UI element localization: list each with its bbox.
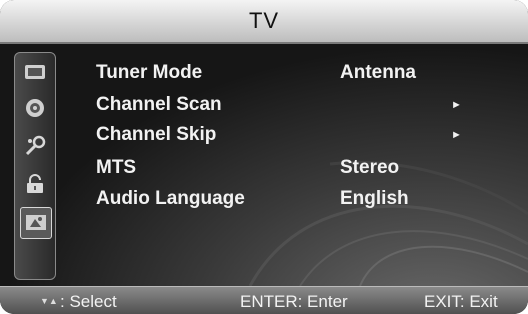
menu-item-label: Channel Skip: [96, 124, 217, 145]
submenu-arrow-icon: ►: [451, 129, 462, 141]
menu-item-label: Tuner Mode: [96, 62, 203, 83]
help-exit: EXIT: Exit: [424, 292, 498, 311]
menu-item-audio-language[interactable]: Audio Language English: [96, 188, 496, 216]
submenu-arrow-icon: ►: [451, 99, 462, 111]
menu-item-value: Stereo: [340, 157, 400, 178]
help-select: : Select: [60, 292, 117, 311]
sound-icon[interactable]: [22, 95, 48, 121]
menu-item-channel-scan[interactable]: Channel Scan ►: [96, 94, 496, 122]
page-title: TV: [248, 8, 280, 33]
menu-item-value: Antenna: [340, 62, 416, 83]
help-enter: ENTER: Enter: [240, 292, 348, 311]
title-bar: TV: [0, 0, 528, 44]
up-down-arrows-icon: ▼▲: [40, 296, 58, 306]
lock-icon[interactable]: [22, 171, 48, 197]
category-sidebar: [14, 52, 56, 280]
tv-osd-menu: TV Tuner Mode Antenna Channel Scan ► Cha…: [0, 0, 528, 314]
menu-item-label: Channel Scan: [96, 94, 222, 115]
menu-item-value: English: [340, 188, 409, 209]
picture-icon[interactable]: [22, 59, 48, 85]
menu-panel: Tuner Mode Antenna Channel Scan ► Channe…: [0, 44, 528, 286]
menu-item-tuner-mode[interactable]: Tuner Mode Antenna: [96, 62, 496, 90]
menu-item-mts[interactable]: MTS Stereo: [96, 157, 496, 185]
setup-icon[interactable]: [22, 133, 48, 159]
menu-item-label: MTS: [96, 157, 137, 178]
menu-item-label: Audio Language: [96, 188, 245, 209]
menu-item-channel-skip[interactable]: Channel Skip ►: [96, 124, 496, 152]
help-bar: ▼▲ : Select ENTER: Enter EXIT: Exit: [0, 286, 528, 314]
channel-icon[interactable]: [20, 207, 52, 239]
